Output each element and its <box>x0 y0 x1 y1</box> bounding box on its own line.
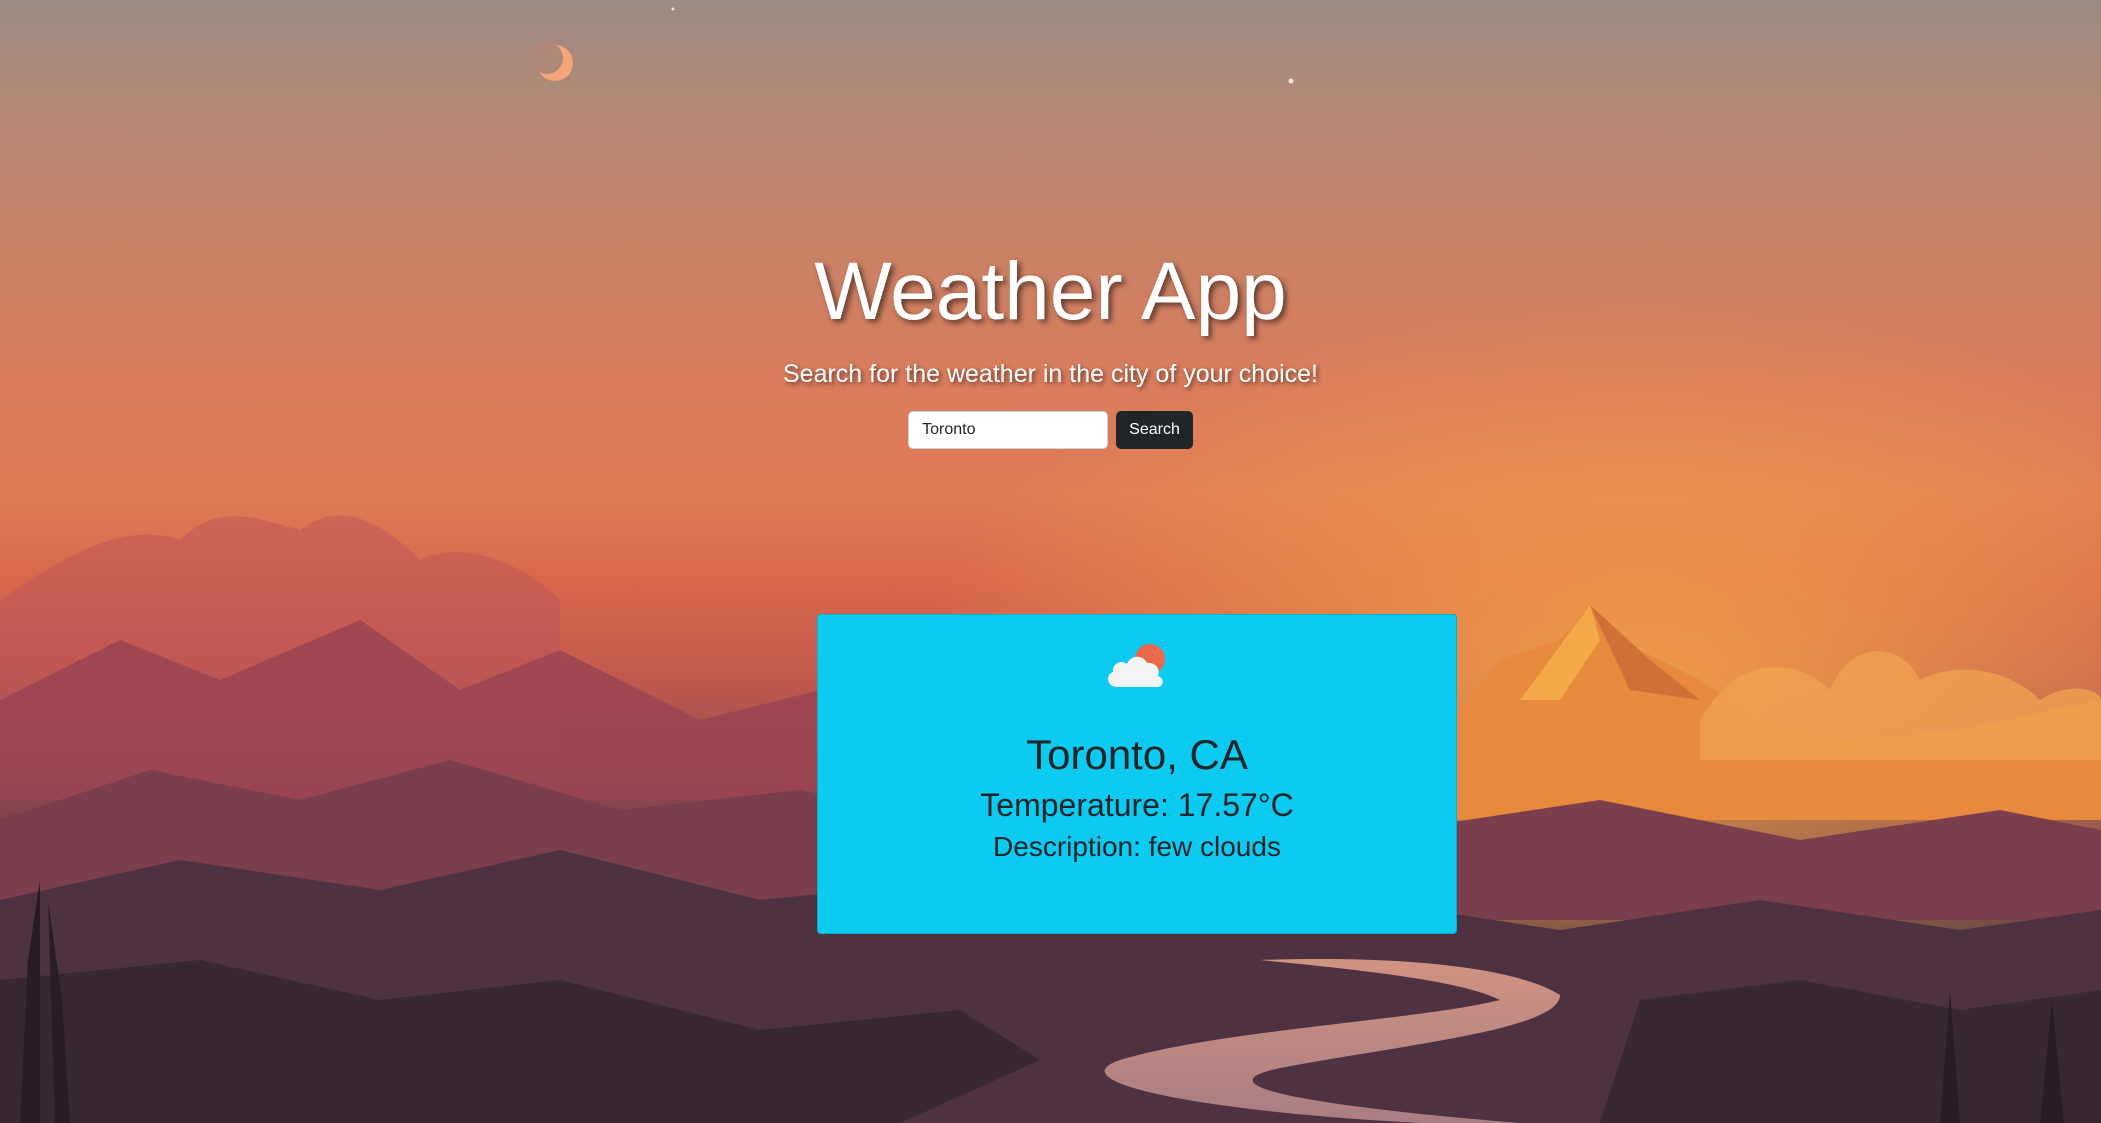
app-background: Weather App Search for the weather in th… <box>0 0 2101 1123</box>
few-clouds-icon <box>1108 644 1165 687</box>
page-header: Weather App Search for the weather in th… <box>0 238 2101 392</box>
weather-card: Toronto, CA Temperature: 17.57°C Descrip… <box>817 614 1457 934</box>
weather-temperature: Temperature: 17.57°C <box>980 787 1294 823</box>
page-subtitle: Search for the weather in the city of yo… <box>783 360 1318 388</box>
page-title: Weather App <box>814 246 1287 337</box>
search-form: Search <box>0 411 2101 449</box>
weather-description: Description: few clouds <box>993 831 1281 862</box>
mountain-landscape-illustration <box>0 0 2101 1123</box>
weather-city: Toronto, CA <box>1026 731 1248 778</box>
city-search-input[interactable] <box>908 411 1109 449</box>
search-button[interactable]: Search <box>1116 411 1193 449</box>
